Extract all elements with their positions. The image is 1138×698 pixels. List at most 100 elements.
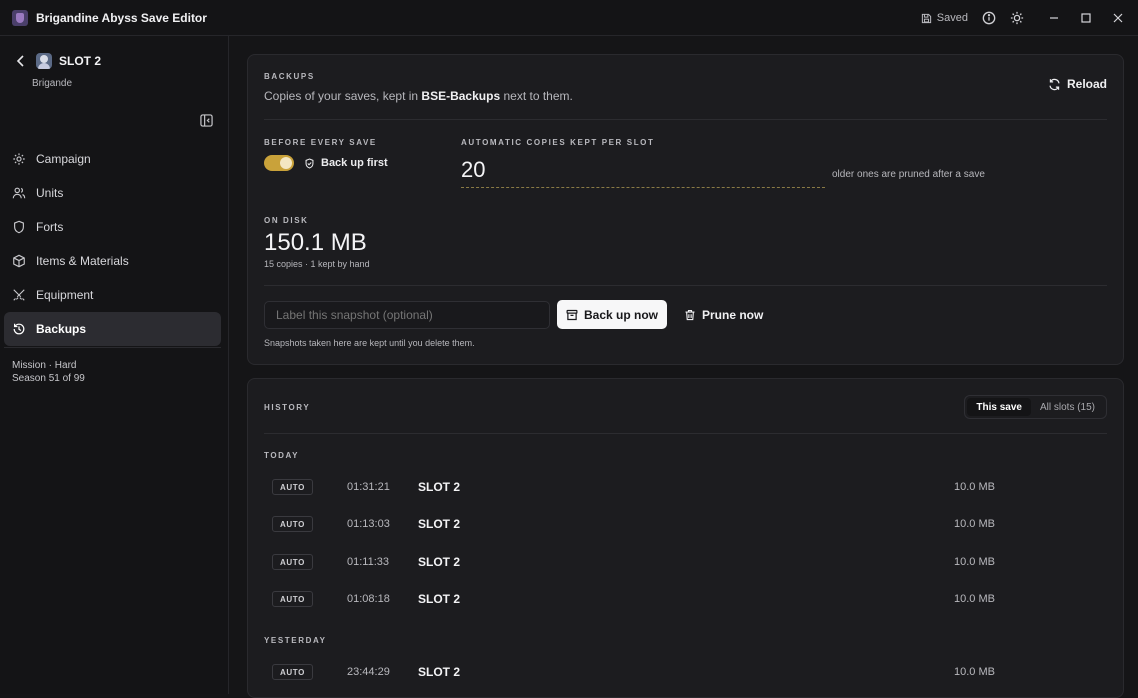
today-group-label: TODAY [264,451,300,460]
desc-prefix: Copies of your saves, kept in [264,89,419,103]
auto-copies-underline [461,187,825,188]
sidebar-item-equipment[interactable]: Equipment [4,278,221,312]
box-icon [13,254,25,268]
history-scope-toggle: This save All slots (15) [964,395,1107,419]
sidebar-item-label: Backups [36,322,87,336]
backup-size: 10.0 MB [954,481,995,493]
minimize-icon [1050,17,1058,19]
auto-copies-label: AUTOMATIC COPIES KEPT PER SLOT [461,138,655,147]
slot-header: SLOT 2 [16,53,101,69]
app-logo-icon [12,9,28,26]
users-icon [12,187,26,199]
history-row[interactable]: AUTO 01:31:21 SLOT 2 10.0 MB [272,477,1102,497]
history-row[interactable]: AUTO 01:08:18 SLOT 2 10.0 MB [272,589,1102,609]
yesterday-group-label: YESTERDAY [264,636,327,645]
backup-type-badge: AUTO [272,591,313,607]
shield-check-icon [305,157,314,169]
sidebar: SLOT 2 Brigande Campaign Units Forts Ite… [0,36,229,694]
sidebar-item-label: Units [36,186,64,200]
prune-now-button[interactable]: Prune now [684,300,763,329]
history-icon [13,323,25,335]
tab-all-slots[interactable]: All slots (15) [1031,398,1104,416]
trash-icon [685,309,695,320]
before-every-save-label: BEFORE EVERY SAVE [264,138,377,147]
reload-label: Reload [1066,77,1107,91]
minimize-button[interactable] [1038,0,1070,36]
save-status: Saved [921,12,968,24]
backup-size: 10.0 MB [954,518,995,530]
snapshot-label-input[interactable] [264,301,550,329]
sidebar-nav: Campaign Units Forts Items & Materials E… [4,142,221,346]
backup-first-toggle[interactable] [264,155,294,171]
backup-slot: SLOT 2 [418,517,461,531]
backups-overline: BACKUPS [264,72,315,81]
season-progress: Season 51 of 99 [12,373,85,384]
history-row[interactable]: AUTO 01:13:03 SLOT 2 10.0 MB [272,514,1102,534]
tab-this-save[interactable]: This save [967,398,1031,416]
backup-first-label: Back up first [321,157,388,169]
slot-avatar [36,53,52,69]
sidebar-item-label: Equipment [36,288,94,302]
info-icon[interactable] [982,11,996,25]
snapshot-note: Snapshots taken here are kept until you … [264,338,475,348]
history-row[interactable]: AUTO 23:44:29 SLOT 2 10.0 MB [272,662,1102,682]
backup-time: 01:11:33 [347,556,390,568]
sidebar-item-forts[interactable]: Forts [4,210,221,244]
slot-subtitle: Brigande [32,78,73,89]
backup-type-badge: AUTO [272,554,313,570]
theme-toggle-icon[interactable] [1010,11,1024,25]
backup-now-label: Back up now [583,307,658,322]
swords-icon [13,289,25,301]
backup-slot: SLOT 2 [418,555,461,569]
back-chevron-icon[interactable] [16,55,26,67]
sidebar-item-label: Forts [36,220,64,234]
on-disk-size: 150.1 MB [264,229,367,256]
backup-time: 01:31:21 [347,481,390,493]
maximize-button[interactable] [1070,0,1102,36]
archive-icon [566,309,578,320]
saved-label: Saved [936,12,968,24]
backups-description: Copies of your saves, kept in BSE-Backup… [264,89,573,103]
sidebar-divider [4,347,221,348]
prune-now-label: Prune now [702,307,764,322]
backup-time: 01:08:18 [347,593,390,605]
reload-button[interactable]: Reload [1048,77,1107,91]
floppy-icon [921,13,931,23]
close-button[interactable] [1102,0,1134,36]
history-card: HISTORY This save All slots (15) TODAY A… [247,378,1124,698]
backup-first-option: Back up first [304,157,388,169]
collapse-sidebar-icon[interactable] [200,114,213,127]
sidebar-item-campaign[interactable]: Campaign [4,142,221,176]
auto-copies-hint: older ones are pruned after a save [832,169,985,180]
backup-time: 01:13:03 [347,518,390,530]
backup-now-button[interactable]: Back up now [557,300,667,329]
backup-size: 10.0 MB [954,593,995,605]
backup-time: 23:44:29 [347,666,390,678]
divider [264,285,1107,286]
sidebar-item-label: Items & Materials [36,254,129,268]
backup-size: 10.0 MB [954,666,995,678]
sidebar-item-backups[interactable]: Backups [4,312,221,346]
backup-folder-name: BSE-Backups [421,89,501,103]
backup-slot: SLOT 2 [418,665,461,679]
mission-difficulty: Mission · Hard [12,360,77,371]
backup-type-badge: AUTO [272,664,313,680]
refresh-icon [1049,78,1060,90]
divider [264,433,1107,434]
on-disk-label: ON DISK [264,216,309,225]
history-overline: HISTORY [264,403,311,412]
sidebar-item-units[interactable]: Units [4,176,221,210]
backups-card: BACKUPS Copies of your saves, kept in BS… [247,54,1124,365]
auto-copies-input[interactable]: 20 [461,157,485,183]
campaign-meta: Mission · Hard Season 51 of 99 [12,359,85,385]
backup-slot: SLOT 2 [418,592,461,606]
shield-icon [14,220,24,234]
app-title: Brigandine Abyss Save Editor [36,10,207,25]
on-disk-detail: 15 copies · 1 kept by hand [264,259,370,269]
title-bar: Brigandine Abyss Save Editor Saved [0,0,1138,36]
sidebar-item-label: Campaign [36,152,91,166]
maximize-icon [1081,13,1091,23]
divider [264,119,1107,120]
sidebar-item-items-materials[interactable]: Items & Materials [4,244,221,278]
history-row[interactable]: AUTO 01:11:33 SLOT 2 10.0 MB [272,552,1102,572]
